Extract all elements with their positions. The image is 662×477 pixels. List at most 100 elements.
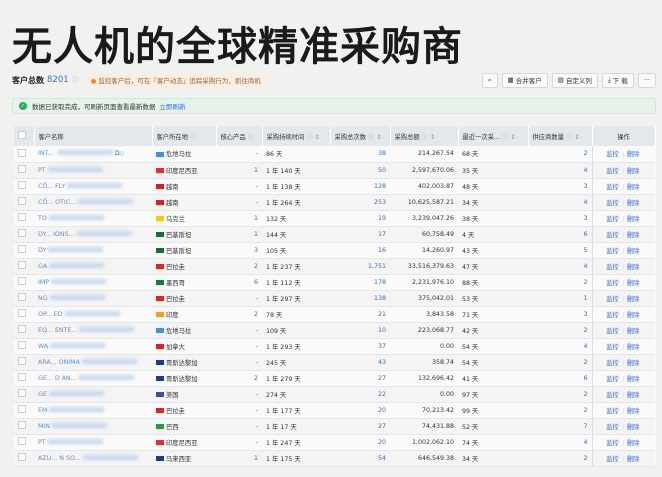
row-select-cell[interactable] <box>14 178 34 195</box>
row-select-cell[interactable] <box>14 402 34 419</box>
table-row[interactable]: AZU... N SO... 马来西亚 1 1 年 175 天 54 646,5… <box>14 450 655 467</box>
info-icon[interactable]: ⓘ <box>72 75 79 85</box>
row-select-cell[interactable] <box>14 386 34 403</box>
customer-name[interactable]: GE... D AN... <box>34 370 152 387</box>
row-checkbox[interactable] <box>18 229 26 237</box>
purchase-times[interactable]: 253 <box>330 194 390 211</box>
monitor-link[interactable]: 监控 <box>606 296 619 303</box>
delete-link[interactable]: 删除 <box>627 360 640 367</box>
monitor-link[interactable]: 监控 <box>606 200 619 207</box>
purchase-times[interactable]: 178 <box>330 274 390 291</box>
customer-name[interactable]: GE <box>34 386 152 403</box>
supplier-count[interactable]: 2 <box>528 402 592 419</box>
delete-link[interactable]: 删除 <box>627 280 640 287</box>
sort-icon[interactable]: ⇕ <box>430 134 435 141</box>
purchase-times[interactable]: 20 <box>330 402 390 419</box>
supplier-count[interactable]: 2 <box>528 146 592 163</box>
delete-link[interactable]: 删除 <box>627 200 640 207</box>
supplier-count[interactable]: 6 <box>528 226 592 243</box>
purchase-times[interactable]: 138 <box>330 290 390 307</box>
monitor-link[interactable]: 监控 <box>606 392 619 399</box>
row-checkbox[interactable] <box>18 181 26 189</box>
customer-name[interactable]: DY... IONS... <box>34 226 152 243</box>
column-header[interactable]: 采购总次数 ⓘ ⇕ <box>330 126 391 146</box>
purchase-times[interactable]: 19 <box>330 210 390 227</box>
row-checkbox[interactable] <box>18 405 26 413</box>
monitor-link[interactable]: 监控 <box>606 151 619 158</box>
supplier-count[interactable]: 2 <box>528 450 592 467</box>
table-row[interactable]: PT 印度尼西亚 1 1 年 140 天 50 2,597,670.06 35 … <box>14 162 655 179</box>
purchase-times[interactable]: 21 <box>330 306 390 323</box>
row-checkbox[interactable] <box>18 213 26 221</box>
purchase-times[interactable]: 43 <box>330 354 390 371</box>
customer-name[interactable]: EM <box>34 402 152 419</box>
custom-columns-button[interactable]: ▤ 自定义列 <box>551 72 598 88</box>
table-row[interactable]: GA 巴拉圭 2 1 年 237 天 1,751 33,516,379.63 4… <box>14 258 655 275</box>
row-checkbox[interactable] <box>18 148 26 157</box>
table-row[interactable]: INT... ⧉◇ 危地马拉 - 86 天 38 214,267.54 68 天… <box>14 146 655 163</box>
supplier-count[interactable]: 3 <box>528 306 592 323</box>
row-select-cell[interactable] <box>14 162 34 179</box>
supplier-count[interactable]: 3 <box>528 178 592 195</box>
customer-name[interactable]: DY <box>34 242 152 259</box>
row-checkbox[interactable] <box>18 245 26 253</box>
monitor-link[interactable]: 监控 <box>606 232 619 239</box>
row-select-cell[interactable] <box>14 450 34 467</box>
supplier-count[interactable]: 3 <box>528 210 592 227</box>
row-select-cell[interactable] <box>14 194 34 211</box>
delete-link[interactable]: 删除 <box>627 376 640 383</box>
table-row[interactable]: EM 巴拉圭 - 1 年 177 天 20 70,213.42 99 天 2 监… <box>14 402 655 419</box>
row-checkbox[interactable] <box>18 373 26 381</box>
supplier-count[interactable]: 6 <box>528 370 592 387</box>
customer-name[interactable]: WA <box>34 338 152 355</box>
monitor-link[interactable]: 监控 <box>606 360 619 367</box>
monitor-link[interactable]: 监控 <box>606 168 619 175</box>
purchase-times[interactable]: 27 <box>330 370 390 387</box>
table-row[interactable]: GE... D AN... 哥斯达黎加 2 1 年 279 天 27 132,6… <box>14 370 655 387</box>
monitor-link[interactable]: 监控 <box>606 408 619 415</box>
customer-name[interactable]: AZU... N SO... <box>34 450 152 467</box>
monitor-link[interactable]: 监控 <box>606 280 619 287</box>
purchase-times[interactable]: 54 <box>330 450 390 467</box>
table-row[interactable]: CÔ... OTIC... 越南 - 1 年 264 天 253 10,625,… <box>14 194 655 211</box>
row-checkbox[interactable] <box>18 309 26 317</box>
delete-link[interactable]: 删除 <box>627 312 640 319</box>
supplier-count[interactable]: 4 <box>528 162 592 179</box>
purchase-times[interactable]: 10 <box>330 322 390 339</box>
row-select-cell[interactable] <box>14 354 34 371</box>
table-row[interactable]: DY... IONS... 巴基斯坦 1 144 天 17 60,758.49 … <box>14 226 655 243</box>
row-select-cell[interactable] <box>14 146 34 163</box>
column-header[interactable]: 采购持续时间 ⓘ ⇕ <box>262 126 331 146</box>
supplier-count[interactable]: 2 <box>528 322 592 339</box>
sort-icon[interactable]: ⇕ <box>315 134 320 141</box>
row-checkbox[interactable] <box>18 421 26 429</box>
purchase-times[interactable]: 27 <box>330 418 390 435</box>
sort-icon[interactable]: ⇕ <box>376 134 381 141</box>
row-select-cell[interactable] <box>14 290 34 307</box>
row-select-cell[interactable] <box>14 338 34 355</box>
delete-link[interactable]: 删除 <box>627 296 640 303</box>
row-checkbox[interactable] <box>18 165 26 173</box>
table-row[interactable]: PT 印度尼西亚 - 1 年 247 天 20 1,002,062.10 74 … <box>14 434 655 451</box>
column-header[interactable]: 采购总额 ⓘ ⇕ <box>390 126 459 146</box>
purchase-times[interactable]: 16 <box>330 242 390 259</box>
monitor-link[interactable]: 监控 <box>606 376 619 383</box>
supplier-count[interactable]: 4 <box>528 434 592 451</box>
row-checkbox[interactable] <box>18 389 26 397</box>
row-checkbox[interactable] <box>18 341 26 349</box>
supplier-count[interactable]: 1 <box>528 290 592 307</box>
monitor-link[interactable]: 监控 <box>606 216 619 223</box>
customer-name[interactable]: MIN <box>34 418 152 435</box>
row-checkbox[interactable] <box>18 293 26 301</box>
purchase-times[interactable]: 37 <box>330 338 390 355</box>
monitor-link[interactable]: 监控 <box>606 184 619 191</box>
customer-name[interactable]: GA <box>34 258 152 275</box>
delete-link[interactable]: 删除 <box>627 456 640 463</box>
supplier-count[interactable]: 4 <box>528 258 592 275</box>
row-select-cell[interactable] <box>14 226 34 243</box>
column-header[interactable]: 供应商数量 ⓘ ⇕ <box>528 126 593 146</box>
customer-name[interactable]: PT <box>34 434 152 451</box>
row-select-cell[interactable] <box>14 242 34 259</box>
delete-link[interactable]: 删除 <box>627 151 640 158</box>
refresh-link[interactable]: 立即刷新 <box>160 101 186 111</box>
